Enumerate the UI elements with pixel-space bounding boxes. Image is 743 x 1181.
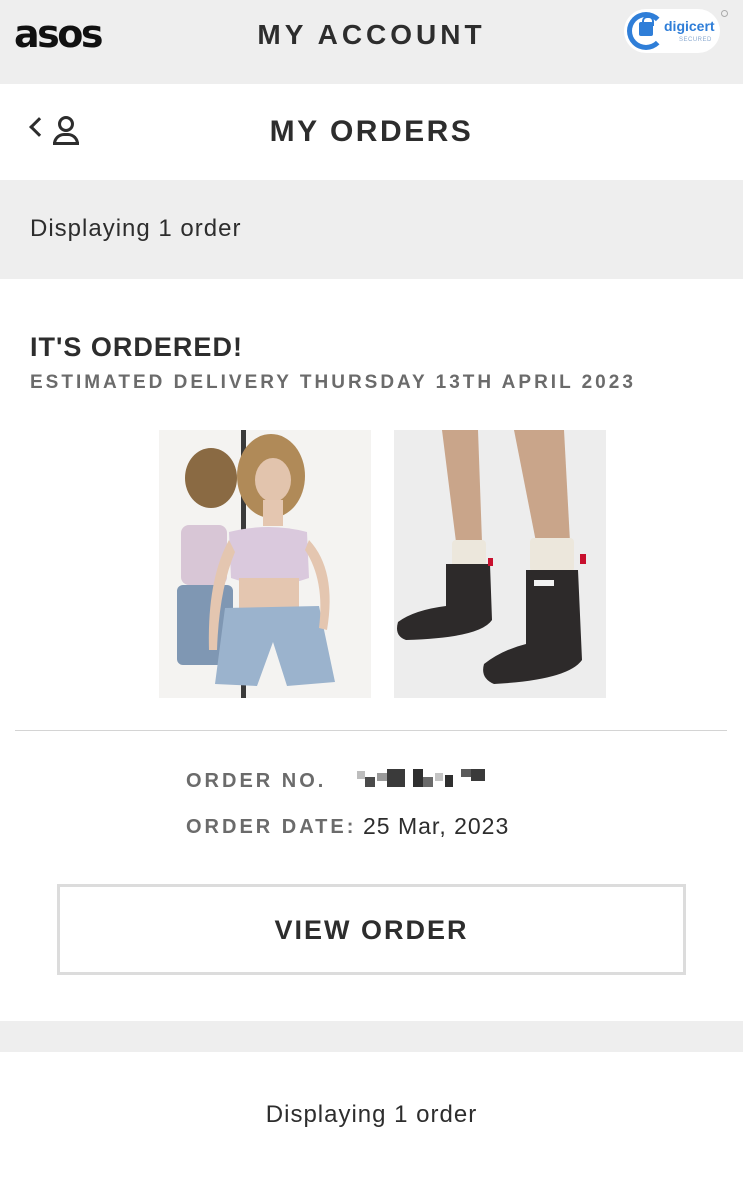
- order-number-label: ORDER NO.: [186, 770, 327, 792]
- order-count-text: Displaying 1 order: [30, 215, 242, 242]
- section-separator: [0, 1021, 743, 1052]
- product-photo-top: [159, 430, 371, 698]
- order-number-redacted: [357, 769, 489, 793]
- order-date-label: ORDER DATE:: [186, 816, 357, 838]
- digicert-badge[interactable]: digicert SECURED: [624, 9, 720, 53]
- lock-icon: [639, 16, 654, 36]
- registered-mark-icon: [721, 10, 728, 17]
- page-title: MY ORDERS: [269, 115, 474, 148]
- orders-header: MY ORDERS: [0, 84, 743, 180]
- footer-order-count: Displaying 1 order: [265, 1101, 478, 1128]
- product-image-top[interactable]: [159, 430, 371, 698]
- order-status: IT'S ORDERED!: [30, 332, 243, 362]
- top-bar: asos MY ACCOUNT digicert SECURED: [0, 0, 743, 84]
- view-order-label: VIEW ORDER: [274, 915, 469, 945]
- order-count-band: Displaying 1 order: [0, 180, 743, 279]
- order-divider: [15, 730, 727, 731]
- digicert-subtitle: SECURED: [679, 37, 712, 43]
- product-photo-boots: [394, 430, 606, 698]
- order-date-value: 25 Mar, 2023: [363, 813, 510, 839]
- digicert-name: digicert: [664, 18, 715, 34]
- view-order-button[interactable]: VIEW ORDER: [57, 884, 686, 975]
- order-card: IT'S ORDERED! ESTIMATED DELIVERY THURSDA…: [0, 279, 743, 1021]
- product-image-boots[interactable]: [394, 430, 606, 698]
- estimated-delivery: ESTIMATED DELIVERY THURSDAY 13TH APRIL 2…: [30, 372, 636, 393]
